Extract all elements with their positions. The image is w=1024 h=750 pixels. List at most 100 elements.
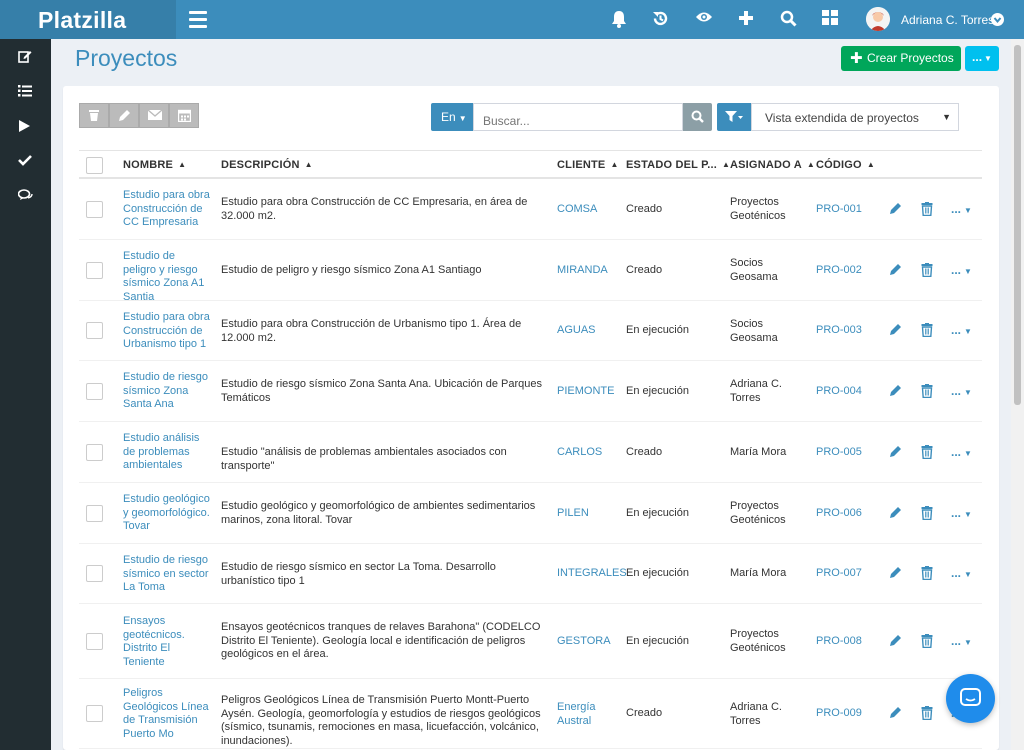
pencil-icon[interactable] [889, 384, 903, 398]
pencil-icon[interactable] [889, 323, 903, 337]
project-code-link[interactable]: PRO-002 [816, 264, 876, 278]
eye-icon[interactable] [695, 10, 715, 30]
search-icon[interactable] [780, 10, 800, 30]
pencil-icon[interactable] [889, 634, 903, 648]
row-checkbox[interactable] [86, 322, 103, 339]
project-code-link[interactable]: PRO-001 [816, 203, 876, 217]
sidebar-item-edit[interactable] [0, 39, 51, 74]
project-code-link[interactable]: PRO-007 [816, 567, 876, 581]
email-selected-button[interactable] [139, 103, 169, 128]
trash-icon[interactable] [921, 634, 933, 649]
row-actions-dropdown[interactable]: ...▼ [951, 263, 977, 277]
trash-icon[interactable] [921, 506, 933, 521]
menu-toggle-icon[interactable] [189, 11, 207, 28]
row-checkbox[interactable] [86, 505, 103, 522]
row-checkbox[interactable] [86, 201, 103, 218]
client-link[interactable]: Energía Austral [557, 701, 622, 728]
project-name-link[interactable]: Estudio para obra Construcción de CC Emp… [123, 189, 211, 230]
project-name-link[interactable]: Estudio análisis de problemas ambientale… [123, 432, 211, 473]
column-header-nombre[interactable]: NOMBRE ▲ [123, 159, 186, 171]
bell-icon[interactable] [611, 10, 631, 30]
row-actions-dropdown[interactable]: ...▼ [951, 445, 977, 459]
select-all-checkbox[interactable] [86, 157, 103, 174]
column-header-descripcion[interactable]: DESCRIPCIÓN ▲ [221, 159, 313, 171]
caret-down-icon: ▼ [942, 112, 951, 122]
trash-icon[interactable] [921, 566, 933, 581]
project-name-link[interactable]: Ensayos geotécnicos. Distrito El Tenient… [123, 615, 211, 669]
trash-icon[interactable] [921, 202, 933, 217]
project-name-link[interactable]: Estudio geológico y geomorfológico. Tova… [123, 493, 211, 534]
trash-icon[interactable] [921, 384, 933, 399]
pencil-icon[interactable] [889, 566, 903, 580]
project-name-link[interactable]: Estudio de riesgo sísmico en sector La T… [123, 554, 211, 595]
project-code-link[interactable]: PRO-005 [816, 446, 876, 460]
column-header-codigo[interactable]: CÓDIGO ▲ [816, 159, 875, 171]
edit-selected-button[interactable] [109, 103, 139, 128]
row-actions-dropdown[interactable]: ...▼ [951, 634, 977, 648]
column-header-estado[interactable]: ESTADO DEL P... ▲ [626, 159, 730, 171]
column-header-cliente[interactable]: CLIENTE ▲ [557, 159, 619, 171]
pencil-icon[interactable] [889, 263, 903, 277]
search-scope-dropdown[interactable]: En ▼ [431, 103, 473, 131]
grid-icon[interactable] [822, 10, 842, 30]
sidebar-item-list[interactable] [0, 74, 51, 109]
project-name-link[interactable]: Estudio de peligro y riesgo sísmico Zona… [123, 250, 211, 304]
row-actions-dropdown[interactable]: ...▼ [951, 323, 977, 337]
project-name-link[interactable]: Peligros Geológicos Línea de Transmisión… [123, 687, 211, 741]
row-actions-dropdown[interactable]: ...▼ [951, 566, 977, 580]
more-options-button[interactable]: ... ▼ [965, 46, 999, 71]
calendar-button[interactable] [169, 103, 199, 128]
project-code-link[interactable]: PRO-003 [816, 324, 876, 338]
project-code-link[interactable]: PRO-004 [816, 385, 876, 399]
column-label: ESTADO DEL P... [626, 159, 718, 171]
history-icon[interactable] [652, 10, 672, 30]
sidebar-item-play[interactable] [0, 109, 51, 144]
row-actions-dropdown[interactable]: ...▼ [951, 384, 977, 398]
pencil-icon[interactable] [889, 506, 903, 520]
page-scrollbar[interactable] [1011, 39, 1024, 750]
row-actions-dropdown[interactable]: ...▼ [951, 202, 977, 216]
row-checkbox[interactable] [86, 262, 103, 279]
pencil-icon[interactable] [889, 706, 903, 720]
client-link[interactable]: PIEMONTE [557, 385, 622, 399]
project-name-link[interactable]: Estudio de riesgo sísmico Zona Santa Ana [123, 371, 211, 412]
project-code-link[interactable]: PRO-006 [816, 507, 876, 521]
project-code-link[interactable]: PRO-008 [816, 635, 876, 649]
row-checkbox[interactable] [86, 633, 103, 650]
client-link[interactable]: MIRANDA [557, 264, 622, 278]
sidebar-item-comments[interactable] [0, 179, 51, 214]
pencil-icon[interactable] [889, 202, 903, 216]
trash-icon[interactable] [921, 445, 933, 460]
create-project-button[interactable]: ✚ Crear Proyectos [841, 46, 961, 71]
trash-icon[interactable] [921, 323, 933, 338]
trash-icon[interactable] [921, 263, 933, 278]
app-logo[interactable]: Platzilla [0, 0, 176, 39]
view-select[interactable]: Vista extendida de proyectos ▼ [751, 103, 959, 131]
client-link[interactable]: GESTORA [557, 635, 622, 649]
sidebar-item-check[interactable] [0, 144, 51, 179]
project-name-link[interactable]: Estudio para obra Construcción de Urbani… [123, 311, 211, 352]
column-header-asignado[interactable]: ASIGNADO A ▲ [730, 159, 815, 171]
client-link[interactable]: PILEN [557, 507, 622, 521]
pencil-icon[interactable] [889, 445, 903, 459]
row-checkbox[interactable] [86, 565, 103, 582]
client-link[interactable]: COMSA [557, 203, 622, 217]
assigned-to: María Mora [730, 446, 787, 458]
scrollbar-thumb[interactable] [1014, 45, 1021, 405]
delete-selected-button[interactable] [79, 103, 109, 128]
row-actions-dropdown[interactable]: ...▼ [951, 506, 977, 520]
project-code-link[interactable]: PRO-009 [816, 707, 876, 721]
trash-icon [89, 110, 99, 121]
search-submit-button[interactable] [683, 103, 712, 131]
row-checkbox[interactable] [86, 444, 103, 461]
plus-icon[interactable] [738, 10, 758, 30]
row-checkbox[interactable] [86, 705, 103, 722]
trash-icon[interactable] [921, 706, 933, 721]
filter-button[interactable] [717, 103, 751, 131]
client-link[interactable]: AGUAS [557, 324, 622, 338]
client-link[interactable]: CARLOS [557, 446, 622, 460]
chat-launcher-button[interactable] [946, 674, 995, 723]
row-checkbox[interactable] [86, 383, 103, 400]
client-link[interactable]: INTEGRALES [557, 567, 627, 581]
search-input[interactable] [473, 103, 683, 131]
